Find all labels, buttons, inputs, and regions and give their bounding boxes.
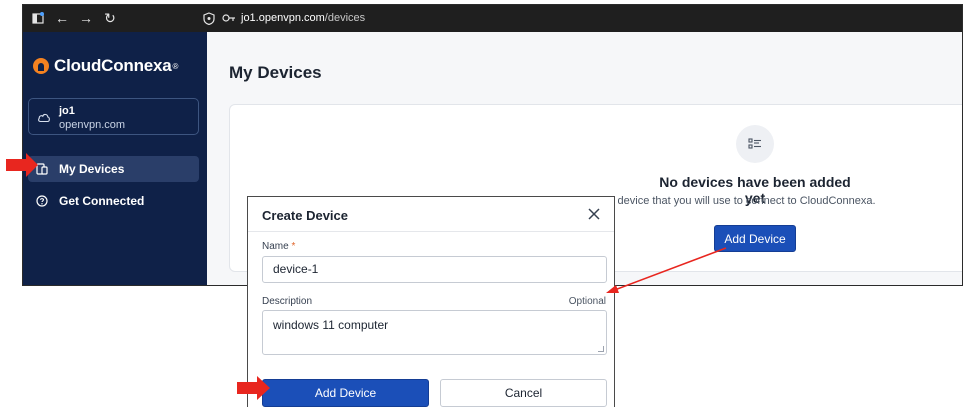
org-switcher[interactable]: jo1 openvpn.com [28, 98, 199, 135]
devices-icon [35, 162, 49, 176]
sidebar-item-label: My Devices [59, 162, 125, 176]
brand-logo[interactable]: CloudConnexa ® [33, 56, 178, 76]
reload-icon[interactable]: ↻ [101, 9, 119, 27]
back-arrow-icon[interactable]: ← [53, 9, 71, 27]
address-bar[interactable]: jo1.openvpn.com/devices [241, 12, 365, 24]
device-description-textarea[interactable]: windows 11 computer [262, 310, 607, 355]
name-label-text: Name [262, 241, 289, 252]
url-domain: jo1.openvpn.com [241, 12, 325, 24]
description-value: windows 11 computer [273, 318, 389, 332]
list-icon [736, 125, 774, 163]
browser-toolbar: ← → ↻ jo1.openvpn.com/devices [23, 5, 962, 32]
page-title: My Devices [229, 63, 322, 82]
key-icon[interactable] [220, 9, 238, 27]
empty-state-subtitle: d the device that you will use to connec… [590, 195, 876, 207]
name-field-label: Name * [262, 241, 295, 252]
dialog-divider [248, 231, 614, 232]
device-name-input[interactable]: device-1 [262, 256, 607, 283]
sidebar: CloudConnexa ® jo1 openvpn.com My Devices… [23, 32, 207, 285]
sidebar-item-get-connected[interactable]: Get Connected [28, 188, 199, 214]
submit-add-device-button[interactable]: Add Device [262, 379, 429, 407]
org-domain: openvpn.com [59, 119, 126, 131]
close-icon[interactable] [586, 206, 602, 222]
url-path: /devices [324, 12, 366, 24]
tab-icon[interactable] [29, 9, 47, 27]
cancel-button[interactable]: Cancel [440, 379, 607, 407]
openvpn-logo-icon [33, 58, 49, 74]
create-device-dialog: Create Device Name * device-1 Descriptio… [247, 196, 615, 407]
description-field-label: Description [262, 296, 313, 307]
forward-arrow-icon[interactable]: → [77, 9, 95, 27]
brand-name: CloudConnexa [54, 56, 172, 75]
registered-mark: ® [172, 61, 179, 71]
cloud-icon [37, 110, 51, 123]
add-device-button[interactable]: Add Device [714, 225, 796, 252]
dialog-title: Create Device [262, 208, 348, 223]
resize-handle-icon[interactable] [598, 346, 604, 352]
help-circle-icon [35, 194, 49, 208]
shield-icon[interactable] [200, 9, 218, 27]
sidebar-item-my-devices[interactable]: My Devices [28, 156, 199, 182]
optional-label: Optional [568, 296, 606, 307]
required-marker: * [291, 241, 296, 252]
org-name: jo1 [59, 105, 75, 117]
sidebar-item-label: Get Connected [59, 194, 145, 208]
